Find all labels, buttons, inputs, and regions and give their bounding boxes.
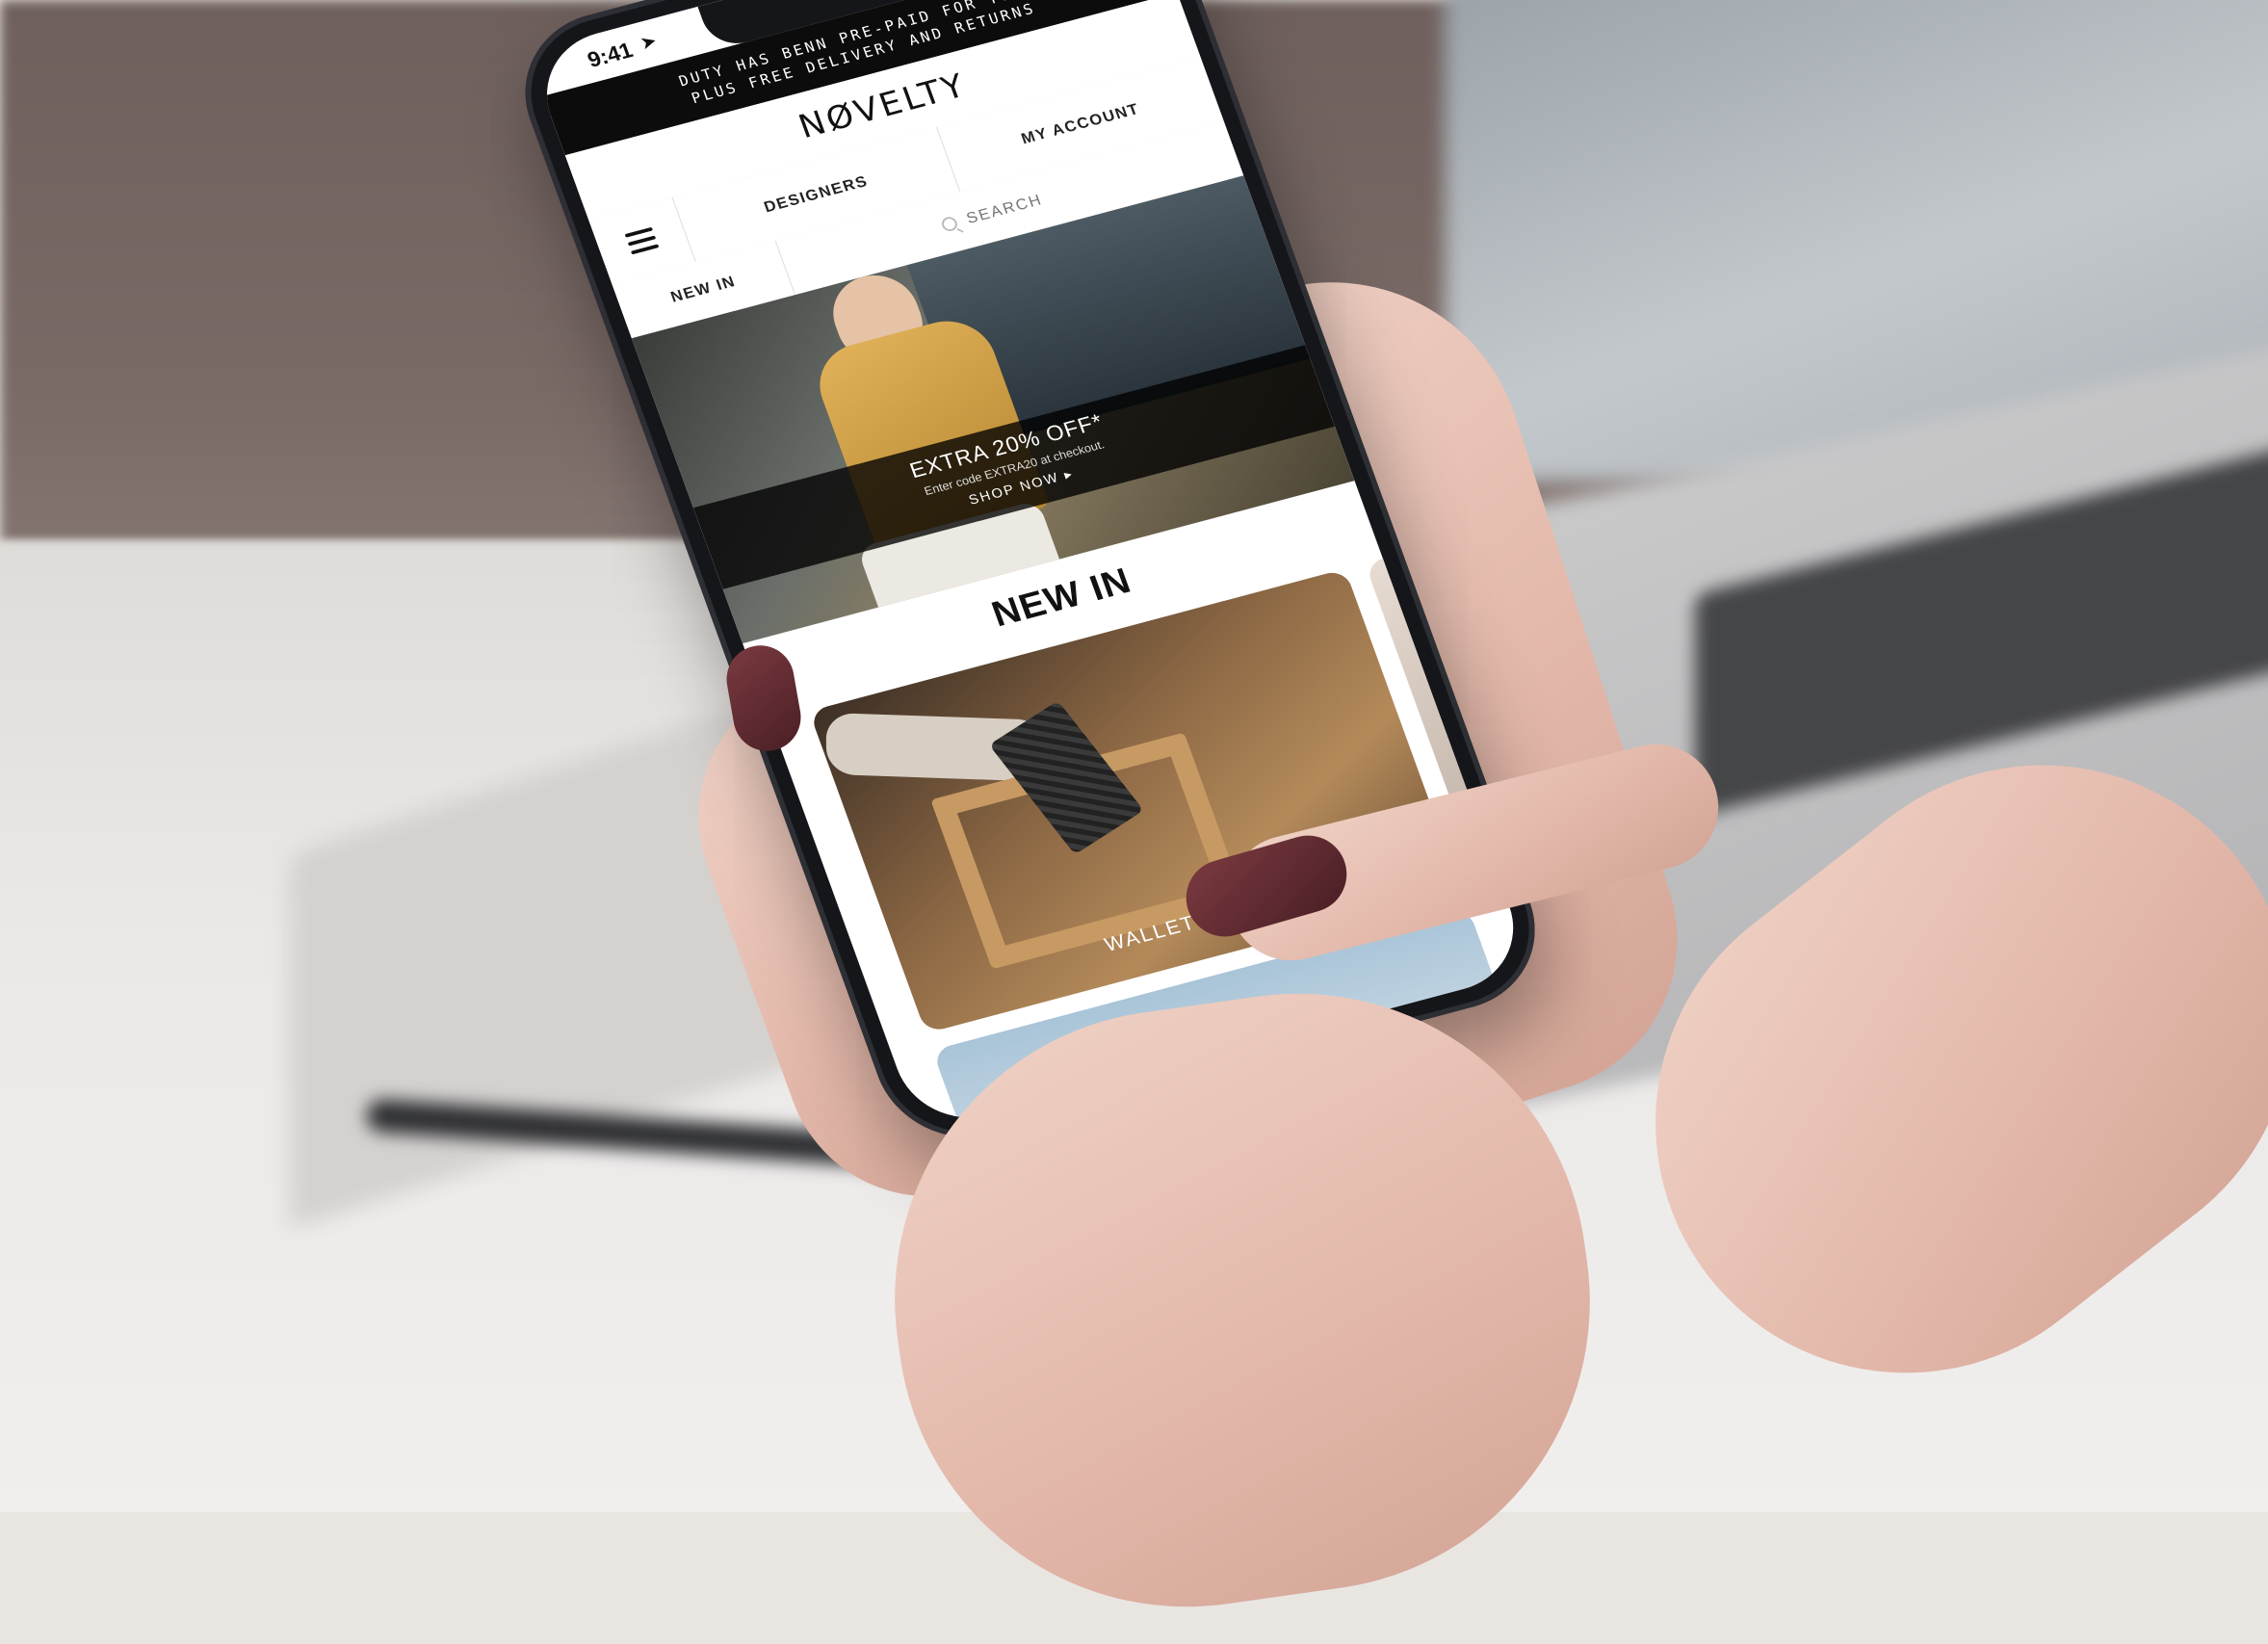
status-time: 9:41 — [584, 38, 637, 73]
search-input[interactable] — [961, 180, 1082, 229]
search-icon — [939, 215, 959, 233]
location-arrow-icon: ➤ — [639, 31, 659, 53]
